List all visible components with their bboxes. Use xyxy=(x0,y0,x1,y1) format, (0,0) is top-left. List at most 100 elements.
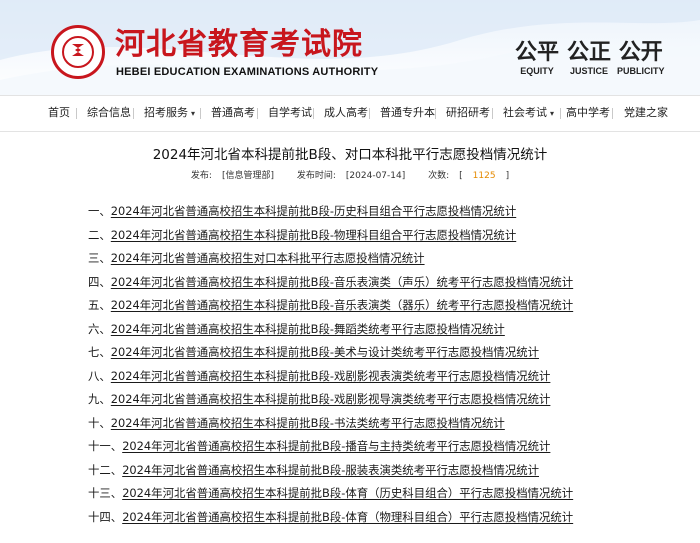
nav-item-home[interactable]: 首页 xyxy=(48,96,70,131)
attachment-link-list: 一、2024年河北省普通高校招生本科提前批B段-历史科目组合平行志愿投档情况统计… xyxy=(88,200,648,529)
chevron-down-icon: ▾ xyxy=(550,109,555,118)
nav-item-high-school[interactable]: 高中学考 xyxy=(566,96,610,131)
site-title[interactable]: 河北省教育考试院 xyxy=(115,28,363,62)
nav-item-label: 普通专升本 xyxy=(380,107,435,119)
attachment-link[interactable]: 2024年河北省普通高校招生本科提前批B段-体育（物理科目组合）平行志愿投档情况… xyxy=(122,510,573,524)
logo-mark-icon xyxy=(72,44,84,56)
meta-date-label: 发布时间: xyxy=(296,171,336,181)
meta-date: 发布时间: [2024-07-14] xyxy=(292,171,410,181)
motto-big: 公开 xyxy=(618,39,663,65)
attachment-link[interactable]: 2024年河北省普通高校招生本科提前批B段-音乐表演类（器乐）统考平行志愿投档情… xyxy=(111,298,573,312)
list-index: 十二、 xyxy=(88,462,123,477)
list-index: 六、 xyxy=(88,321,111,336)
nav-item-label: 研招研考 xyxy=(446,107,490,119)
list-item: 五、2024年河北省普通高校招生本科提前批B段-音乐表演类（器乐）统考平行志愿投… xyxy=(88,294,648,318)
list-index: 十、 xyxy=(88,415,111,430)
attachment-link[interactable]: 2024年河北省普通高校招生本科提前批B段-戏剧影视导演类统考平行志愿投档情况统… xyxy=(111,392,551,406)
meta-publisher-value: [信息管理部] xyxy=(221,171,274,181)
list-item: 四、2024年河北省普通高校招生本科提前批B段-音乐表演类（声乐）统考平行志愿投… xyxy=(88,271,648,295)
nav-item-graduate[interactable]: 研招研考 xyxy=(446,96,490,131)
nav-item-label: 高中学考 xyxy=(566,107,610,119)
list-index: 八、 xyxy=(88,368,111,383)
list-item: 十三、2024年河北省普通高校招生本科提前批B段-体育（历史科目组合）平行志愿投… xyxy=(88,482,648,506)
list-index: 三、 xyxy=(88,251,111,265)
motto-en: PUBLICITY xyxy=(617,66,665,76)
nav-divider xyxy=(133,108,134,119)
meta-views-close: ] xyxy=(505,171,510,181)
nav-divider xyxy=(435,108,436,119)
list-item: 十四、2024年河北省普通高校招生本科提前批B段-体育（物理科目组合）平行志愿投… xyxy=(88,506,648,530)
meta-publisher-label: 发布: xyxy=(190,171,212,181)
nav-item-label: 党建之家 xyxy=(624,107,668,119)
list-item: 三、2024年河北省普通高校招生对口本科批平行志愿投档情况统计 xyxy=(88,247,648,271)
attachment-link[interactable]: 2024年河北省普通高校招生本科提前批B段-体育（历史科目组合）平行志愿投档情况… xyxy=(122,486,573,500)
nav-item-label: 招考服务 xyxy=(144,107,188,119)
list-item: 二、2024年河北省普通高校招生本科提前批B段-物理科目组合平行志愿投档情况统计 xyxy=(88,224,648,248)
nav-item-party[interactable]: 党建之家 xyxy=(624,96,668,131)
motto-big: 公正 xyxy=(567,39,612,65)
attachment-link[interactable]: 2024年河北省普通高校招生本科提前批B段-美术与设计类统考平行志愿投档情况统计 xyxy=(111,345,539,359)
nav-divider xyxy=(257,108,258,119)
meta-views-open: [ xyxy=(459,171,463,181)
nav-item-label: 自学考试 xyxy=(268,107,312,119)
list-index: 二、 xyxy=(88,227,111,242)
chevron-down-icon: ▾ xyxy=(191,109,196,118)
list-item: 八、2024年河北省普通高校招生本科提前批B段-戏剧影视表演类统考平行志愿投档情… xyxy=(88,365,648,389)
nav-divider xyxy=(313,108,314,119)
motto-en: JUSTICE xyxy=(570,66,609,76)
list-index: 十一、 xyxy=(88,439,123,453)
site-header: 河北省教育考试院 HEBEI EDUCATION EXAMINATIONS AU… xyxy=(0,0,700,95)
motto-equity: 公平 EQUITY xyxy=(515,40,559,76)
logo-seal[interactable] xyxy=(51,25,105,79)
nav-divider xyxy=(492,108,493,119)
list-index: 九、 xyxy=(88,392,111,406)
list-index: 七、 xyxy=(88,345,111,359)
site-subtitle: HEBEI EDUCATION EXAMINATIONS AUTHORITY xyxy=(116,66,379,78)
nav-item-label: 社会考试 xyxy=(503,107,547,119)
list-item: 十、2024年河北省普通高校招生本科提前批B段-书法类统考平行志愿投档情况统计 xyxy=(88,412,648,436)
nav-item-gaokao[interactable]: 普通高考 xyxy=(211,96,255,131)
attachment-link[interactable]: 2024年河北省普通高校招生对口本科批平行志愿投档情况统计 xyxy=(111,251,425,265)
nav-item-exam-services[interactable]: 招考服务 ▾ xyxy=(144,96,195,131)
list-item: 十一、2024年河北省普通高校招生本科提前批B段-播音与主持类统考平行志愿投档情… xyxy=(88,435,648,459)
meta-publisher: 发布: [信息管理部] xyxy=(186,171,279,181)
article-title: 2024年河北省本科提前批B段、对口本科批平行志愿投档情况统计 xyxy=(152,147,548,163)
nav-item-label: 普通高考 xyxy=(211,107,255,119)
motto-en: EQUITY xyxy=(520,66,554,76)
nav-item-label: 成人高考 xyxy=(324,107,368,119)
list-index: 四、 xyxy=(88,274,111,289)
nav-item-self-study[interactable]: 自学考试 xyxy=(268,96,312,131)
main-nav: 首页 综合信息 招考服务 ▾ 普通高考 自学考试 成人高考 普通专升本 研招研考 … xyxy=(0,95,700,132)
list-index: 十三、 xyxy=(88,486,123,500)
list-item: 六、2024年河北省普通高校招生本科提前批B段-舞蹈类统考平行志愿投档情况统计 xyxy=(88,318,648,342)
attachment-link[interactable]: 2024年河北省普通高校招生本科提前批B段-舞蹈类统考平行志愿投档情况统计 xyxy=(111,322,505,336)
nav-item-label: 综合信息 xyxy=(87,107,131,119)
list-item: 九、2024年河北省普通高校招生本科提前批B段-戏剧影视导演类统考平行志愿投档情… xyxy=(88,388,648,412)
meta-views-label: 次数: xyxy=(428,171,450,181)
attachment-link[interactable]: 2024年河北省普通高校招生本科提前批B段-播音与主持类统考平行志愿投档情况统计 xyxy=(122,439,550,453)
nav-divider xyxy=(76,108,77,119)
nav-item-adult-exam[interactable]: 成人高考 xyxy=(324,96,368,131)
list-item: 一、2024年河北省普通高校招生本科提前批B段-历史科目组合平行志愿投档情况统计 xyxy=(88,200,648,224)
nav-divider xyxy=(200,108,201,119)
list-item: 七、2024年河北省普通高校招生本科提前批B段-美术与设计类统考平行志愿投档情况… xyxy=(88,341,648,365)
meta-date-value: [2024-07-14] xyxy=(345,171,406,181)
attachment-link[interactable]: 2024年河北省普通高校招生本科提前批B段-物理科目组合平行志愿投档情况统计 xyxy=(111,228,516,242)
list-index: 十四、 xyxy=(88,509,123,524)
attachment-link[interactable]: 2024年河北省普通高校招生本科提前批B段-书法类统考平行志愿投档情况统计 xyxy=(111,416,505,430)
list-item: 十二、2024年河北省普通高校招生本科提前批B段-服装表演类统考平行志愿投档情况… xyxy=(88,459,648,483)
attachment-link[interactable]: 2024年河北省普通高校招生本科提前批B段-戏剧影视表演类统考平行志愿投档情况统… xyxy=(111,369,551,383)
nav-item-upgrade[interactable]: 普通专升本 xyxy=(380,96,435,131)
nav-divider xyxy=(369,108,370,119)
attachment-link[interactable]: 2024年河北省普通高校招生本科提前批B段-服装表演类统考平行志愿投档情况统计 xyxy=(122,463,539,477)
motto-big: 公平 xyxy=(515,39,560,65)
motto-justice: 公正 JUSTICE xyxy=(567,40,611,76)
view-count: 1125 xyxy=(472,171,496,181)
nav-divider xyxy=(612,108,613,119)
attachment-link[interactable]: 2024年河北省普通高校招生本科提前批B段-历史科目组合平行志愿投档情况统计 xyxy=(111,204,516,218)
nav-item-social-exams[interactable]: 社会考试 ▾ xyxy=(503,96,554,131)
nav-item-general-info[interactable]: 综合信息 xyxy=(87,96,131,131)
nav-divider xyxy=(560,108,561,119)
attachment-link[interactable]: 2024年河北省普通高校招生本科提前批B段-音乐表演类（声乐）统考平行志愿投档情… xyxy=(111,275,573,289)
list-index: 一、 xyxy=(88,204,111,218)
